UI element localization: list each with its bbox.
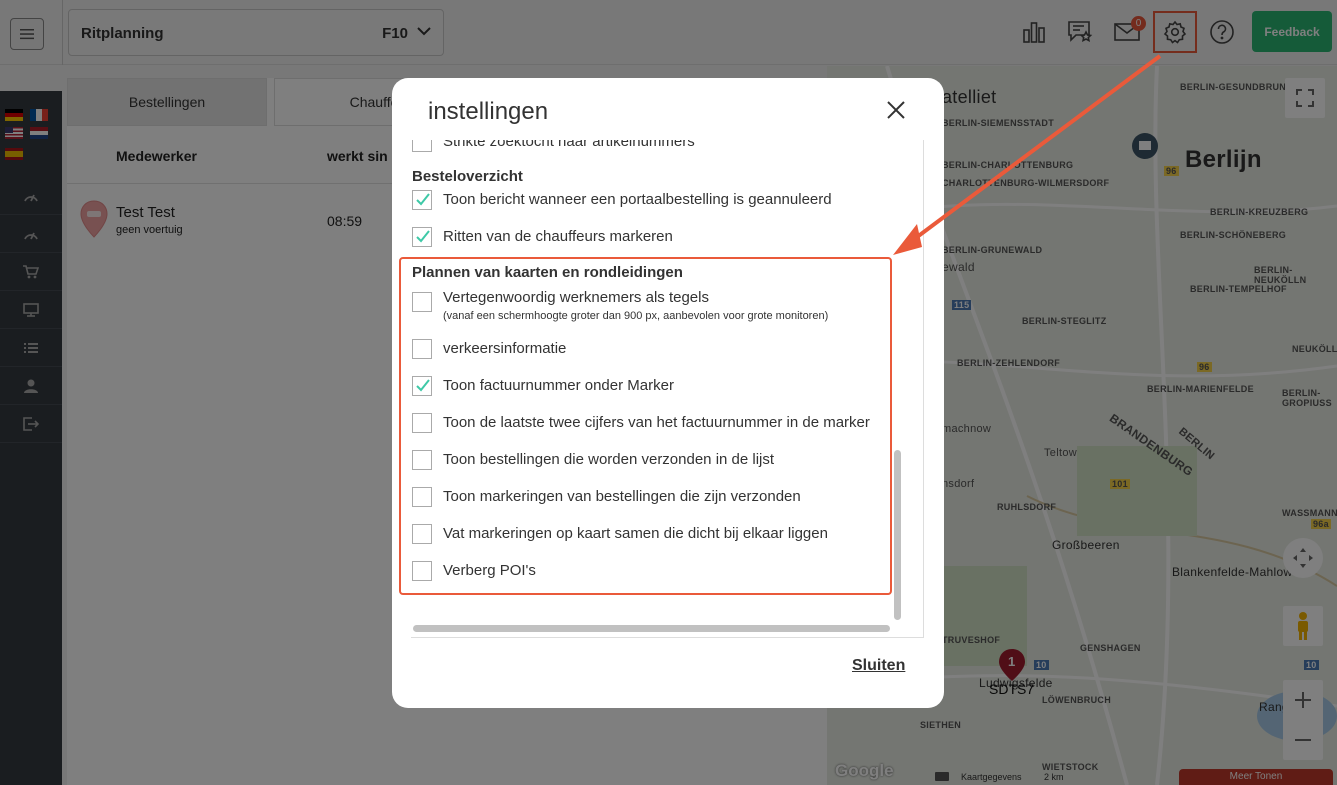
close-icon (887, 101, 905, 119)
close-button[interactable] (886, 100, 908, 122)
checkbox[interactable] (412, 140, 432, 152)
checkmark-icon (416, 230, 430, 243)
setting-label: Toon bericht wanneer een portaalbestelli… (443, 191, 832, 208)
close-text-button[interactable]: Sluiten (852, 657, 905, 675)
checkmark-icon (416, 193, 430, 206)
highlight-box (399, 257, 892, 595)
checkbox[interactable] (412, 190, 432, 210)
checkbox[interactable] (412, 227, 432, 247)
section-title: Besteloverzicht (412, 168, 523, 185)
vertical-scrollbar[interactable] (894, 450, 901, 620)
setting-label: Strikte zoektocht naar artikelnummers (443, 140, 695, 150)
horizontal-scrollbar[interactable] (413, 625, 890, 632)
setting-label: Ritten van de chauffeurs markeren (443, 228, 673, 245)
dialog-title: instellingen (428, 98, 549, 125)
